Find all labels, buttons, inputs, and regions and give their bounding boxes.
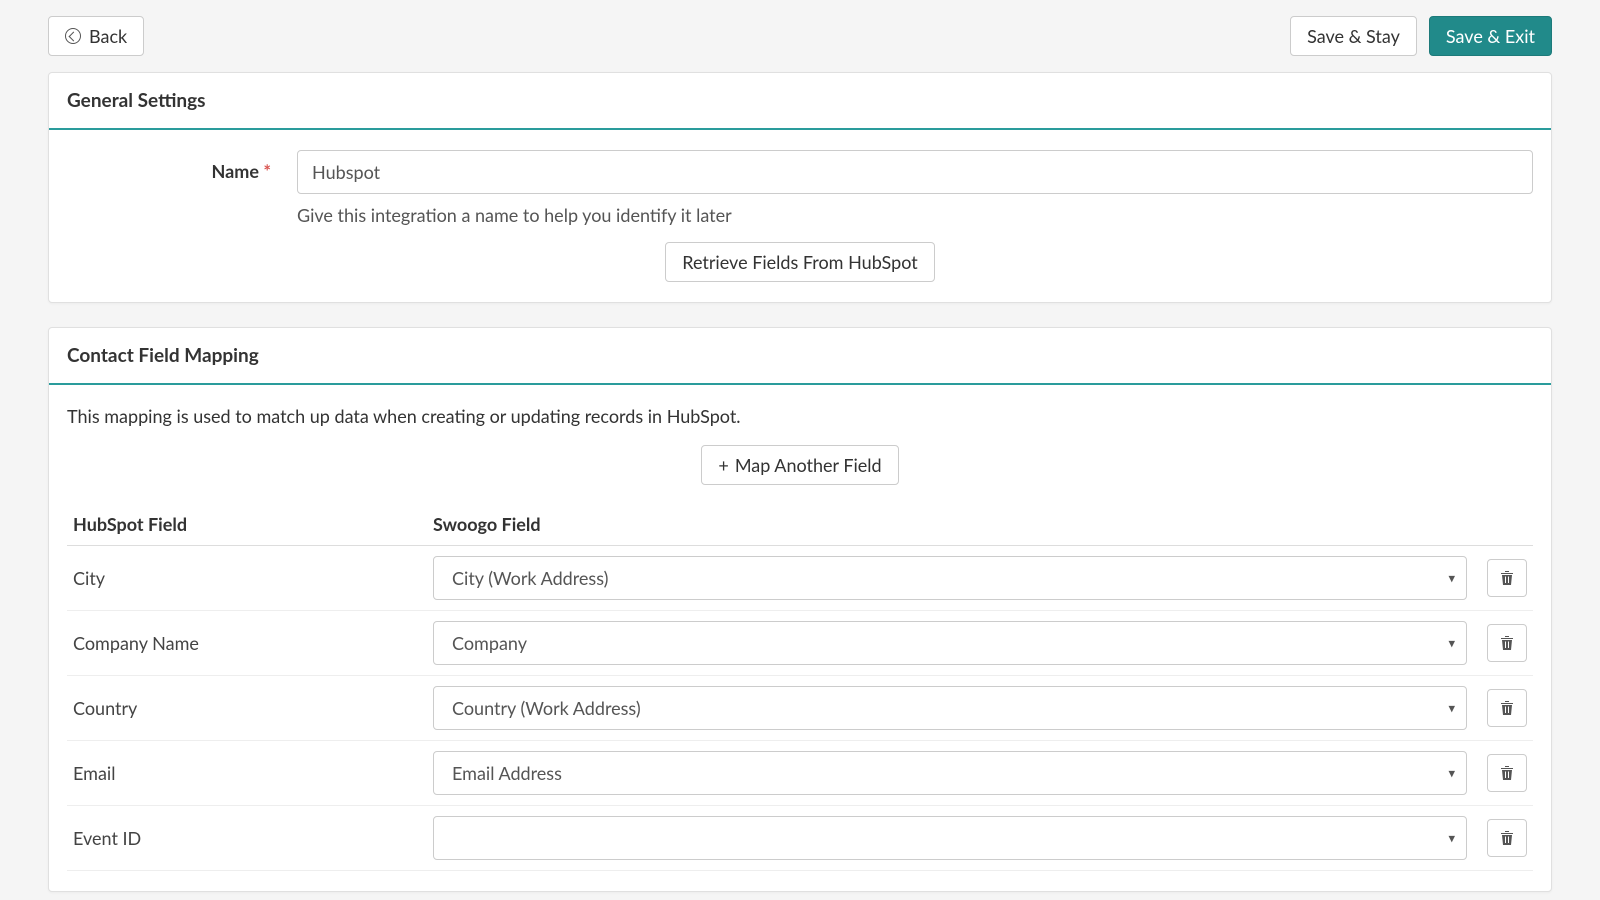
- name-help-text: Give this integration a name to help you…: [297, 204, 1533, 226]
- swoogo-field-cell: City (Work Address): [427, 546, 1473, 611]
- save-exit-button[interactable]: Save & Exit: [1429, 16, 1552, 56]
- contact-mapping-header: Contact Field Mapping: [49, 328, 1551, 385]
- hubspot-field-cell: Country: [67, 676, 427, 741]
- swoogo-field-cell: [427, 806, 1473, 871]
- retrieve-wrap: Retrieve Fields From HubSpot: [67, 242, 1533, 282]
- table-row: CountryCountry (Work Address): [67, 676, 1533, 741]
- map-another-field-label: Map Another Field: [735, 454, 882, 476]
- swoogo-field-cell: Country (Work Address): [427, 676, 1473, 741]
- name-input[interactable]: [297, 150, 1533, 194]
- mapping-add-wrap: + Map Another Field: [67, 445, 1533, 485]
- back-button-label: Back: [89, 25, 127, 47]
- name-field-wrap: Give this integration a name to help you…: [297, 150, 1533, 226]
- hubspot-field-cell: Email: [67, 741, 427, 806]
- swoogo-field-cell: Email Address: [427, 741, 1473, 806]
- table-row: EmailEmail Address: [67, 741, 1533, 806]
- delete-cell: [1473, 546, 1533, 611]
- swoogo-select-wrap: Email Address: [433, 751, 1467, 795]
- plus-icon: +: [718, 454, 728, 476]
- topbar: Back Save & Stay Save & Exit: [0, 0, 1600, 72]
- hubspot-field-cell: City: [67, 546, 427, 611]
- delete-cell: [1473, 741, 1533, 806]
- col-header-actions: [1473, 503, 1533, 546]
- swoogo-field-select[interactable]: Country (Work Address): [433, 686, 1467, 730]
- topbar-actions: Save & Stay Save & Exit: [1290, 16, 1552, 56]
- delete-row-button[interactable]: [1487, 689, 1527, 727]
- delete-row-button[interactable]: [1487, 819, 1527, 857]
- delete-row-button[interactable]: [1487, 559, 1527, 597]
- hubspot-field-cell: Event ID: [67, 806, 427, 871]
- swoogo-field-select[interactable]: Company: [433, 621, 1467, 665]
- col-header-swoogo: Swoogo Field: [427, 503, 1473, 546]
- table-row: CityCity (Work Address): [67, 546, 1533, 611]
- save-stay-button[interactable]: Save & Stay: [1290, 16, 1417, 56]
- back-button[interactable]: Back: [48, 16, 144, 56]
- trash-icon: [1500, 700, 1514, 716]
- col-header-hubspot: HubSpot Field: [67, 503, 427, 546]
- swoogo-field-cell: Company: [427, 611, 1473, 676]
- general-settings-panel: General Settings Name * Give this integr…: [48, 72, 1552, 303]
- swoogo-field-select[interactable]: Email Address: [433, 751, 1467, 795]
- mapping-description: This mapping is used to match up data wh…: [67, 405, 1533, 427]
- swoogo-field-select[interactable]: [433, 816, 1467, 860]
- name-row: Name * Give this integration a name to h…: [67, 150, 1533, 226]
- delete-row-button[interactable]: [1487, 754, 1527, 792]
- table-row: Company NameCompany: [67, 611, 1533, 676]
- delete-cell: [1473, 676, 1533, 741]
- name-label-wrap: Name *: [67, 150, 297, 182]
- swoogo-field-select[interactable]: City (Work Address): [433, 556, 1467, 600]
- swoogo-select-wrap: [433, 816, 1467, 860]
- hubspot-field-cell: Company Name: [67, 611, 427, 676]
- trash-icon: [1500, 830, 1514, 846]
- retrieve-fields-label: Retrieve Fields From HubSpot: [682, 251, 917, 273]
- delete-cell: [1473, 806, 1533, 871]
- save-stay-label: Save & Stay: [1307, 25, 1400, 47]
- general-settings-header: General Settings: [49, 73, 1551, 130]
- contact-mapping-panel: Contact Field Mapping This mapping is us…: [48, 327, 1552, 892]
- name-label: Name: [212, 160, 259, 182]
- delete-row-button[interactable]: [1487, 624, 1527, 662]
- swoogo-select-wrap: Country (Work Address): [433, 686, 1467, 730]
- trash-icon: [1500, 635, 1514, 651]
- swoogo-select-wrap: City (Work Address): [433, 556, 1467, 600]
- contact-mapping-body: This mapping is used to match up data wh…: [49, 385, 1551, 891]
- save-exit-label: Save & Exit: [1446, 25, 1535, 47]
- map-another-field-button[interactable]: + Map Another Field: [701, 445, 898, 485]
- back-arrow-icon: [65, 28, 81, 44]
- swoogo-select-wrap: Company: [433, 621, 1467, 665]
- mapping-table: HubSpot Field Swoogo Field CityCity (Wor…: [67, 503, 1533, 871]
- trash-icon: [1500, 570, 1514, 586]
- delete-cell: [1473, 611, 1533, 676]
- table-row: Event ID: [67, 806, 1533, 871]
- required-asterisk: *: [263, 160, 271, 182]
- general-settings-body: Name * Give this integration a name to h…: [49, 130, 1551, 302]
- retrieve-fields-button[interactable]: Retrieve Fields From HubSpot: [665, 242, 934, 282]
- trash-icon: [1500, 765, 1514, 781]
